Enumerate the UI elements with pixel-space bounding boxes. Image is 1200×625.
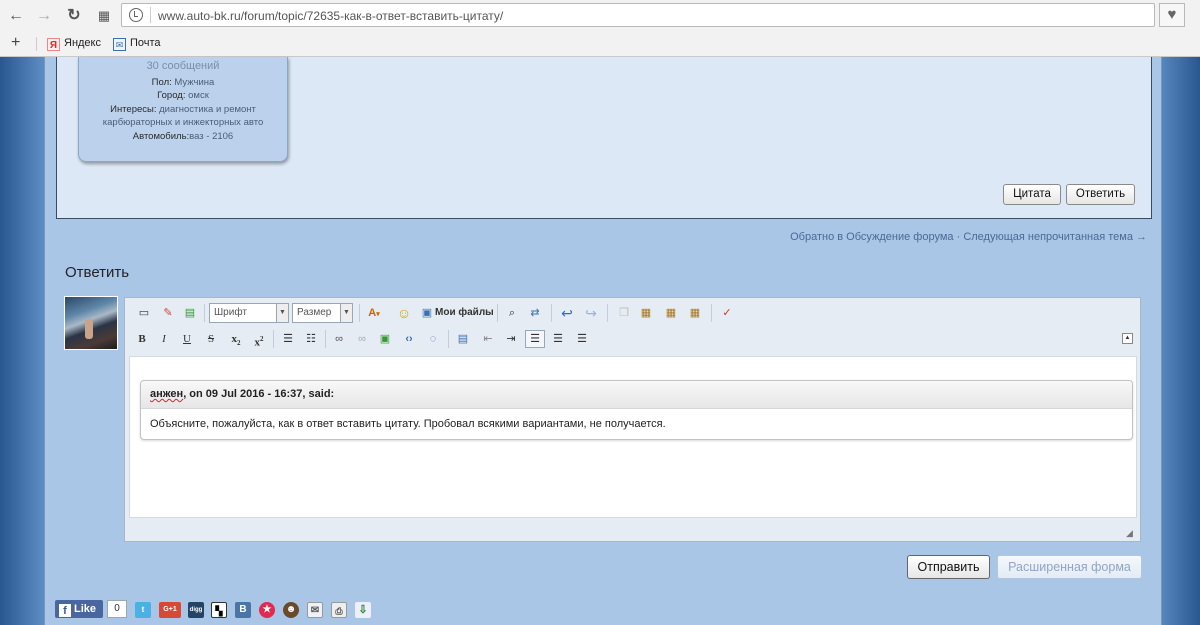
post-count[interactable]: 30 сообщений <box>79 60 287 74</box>
back-to-forum-link[interactable]: Обратно в Обсуждение форума <box>790 231 953 243</box>
yandex-icon: Я <box>47 38 60 51</box>
bookmark-mail[interactable]: ✉ Почта <box>113 37 161 51</box>
profile-city: Город: омск <box>157 90 209 101</box>
bold-icon[interactable]: B <box>134 331 150 347</box>
back-arrow-icon[interactable]: ← <box>6 6 26 26</box>
url-text: www.auto-bk.ru/forum/topic/72635-как-в-о… <box>158 9 504 23</box>
next-unread-topic-link[interactable]: Следующая непрочитанная тема → <box>963 231 1147 243</box>
print-icon[interactable]: ⎙ <box>331 602 347 618</box>
facebook-like-button[interactable]: f Like <box>55 600 103 618</box>
reply-heading: Ответить <box>65 264 130 281</box>
profile-car: Автомобиль:ваз - 2106 <box>132 130 234 142</box>
user-avatar <box>64 296 118 350</box>
spoiler-icon[interactable]: ▤ <box>455 331 471 347</box>
bullet-list-icon[interactable]: ☰ <box>280 331 296 347</box>
bookmarks-bar: + Я Яндекс ✉ Почта <box>0 33 1200 55</box>
submit-button[interactable]: Отправить <box>907 555 990 579</box>
forward-arrow-icon[interactable]: → <box>34 6 54 26</box>
twitter-icon[interactable]: t <box>135 602 151 618</box>
browser-chrome: ← → ↻ ▦ www.auto-bk.ru/forum/topic/72635… <box>0 0 1200 57</box>
topic-navigation: Обратно в Обсуждение форума · Следующая … <box>790 231 1147 243</box>
spellcheck-icon[interactable]: ✓ <box>719 305 735 321</box>
redo-icon[interactable]: ↪ <box>583 305 599 321</box>
paste-text-icon[interactable]: ▦ <box>663 305 679 321</box>
mail-icon: ✉ <box>113 38 126 51</box>
share-bar: f Like 0 t G+1 digg ▚ B ★ ☻ ✉ ⎙ ⇩ <box>55 598 415 620</box>
smiley-icon[interactable]: ☺ <box>396 305 412 321</box>
image-icon[interactable]: ▣ <box>377 331 393 347</box>
editor-toolbar-bottom: B I U S x2 x2 ☰ ☷ ∞ ∞ ▣ ‹› ◌ ▤ ⇤ ⇥ ☰ ☰ ☰… <box>131 328 1133 350</box>
download-icon[interactable]: ⇩ <box>355 602 371 618</box>
bookmark-yandex[interactable]: Я Яндекс <box>47 37 101 51</box>
undo-icon[interactable]: ↩ <box>559 305 575 321</box>
author-profile-card: 30 сообщений Пол: Мужчина Город: омск Ин… <box>78 57 288 162</box>
page-background: 30 сообщений Пол: Мужчина Город: омск Ин… <box>0 57 1200 625</box>
outdent-icon[interactable]: ⇤ <box>480 331 496 347</box>
resize-handle-icon[interactable]: ◢ <box>1126 528 1136 538</box>
underline-icon[interactable]: U <box>179 331 195 347</box>
code-icon[interactable]: ‹› <box>401 331 417 347</box>
indent-icon[interactable]: ⇥ <box>503 331 519 347</box>
my-files-button[interactable]: Мои файлы <box>435 307 494 318</box>
page-info-icon[interactable] <box>129 8 143 22</box>
email-share-icon[interactable]: ✉ <box>307 602 323 618</box>
subscript-icon[interactable]: x2 <box>228 331 244 347</box>
profile-gender: Пол: Мужчина <box>151 76 215 88</box>
source-icon[interactable]: ▭ <box>136 305 152 321</box>
copy-icon[interactable]: ❐ <box>616 305 632 321</box>
font-select[interactable]: Шрифт ▼ <box>209 303 289 323</box>
link-icon[interactable]: ∞ <box>331 331 347 347</box>
unlink-icon[interactable]: ∞ <box>354 331 370 347</box>
forum-content: 30 сообщений Пол: Мужчина Город: омск Ин… <box>44 57 1162 625</box>
quote-text: Объясните, пожалуйста, как в ответ встав… <box>150 418 666 430</box>
reload-icon[interactable]: ↻ <box>64 6 84 26</box>
digg-icon[interactable]: digg <box>188 602 204 618</box>
my-files-icon[interactable]: ▣ <box>419 305 435 321</box>
vkontakte-icon[interactable]: B <box>235 602 251 618</box>
italic-icon[interactable]: I <box>156 331 172 347</box>
size-select[interactable]: Размер ▼ <box>292 303 353 323</box>
eraser-icon[interactable]: ✎ <box>160 305 176 321</box>
numbered-list-icon[interactable]: ☷ <box>303 331 319 347</box>
advanced-form-button[interactable]: Расширенная форма <box>997 555 1142 579</box>
strikethrough-icon[interactable]: S <box>203 331 219 347</box>
profile-interests: Интересы: диагностика и ремонт карбюрато… <box>102 103 264 129</box>
google-plus-icon[interactable]: G+1 <box>159 602 181 618</box>
table-icon[interactable]: ▤ <box>182 305 198 321</box>
mail-ru-star-icon[interactable]: ★ <box>259 602 275 618</box>
superscript-icon[interactable]: x2 <box>251 331 267 349</box>
quote-header: анжен, on 09 Jul 2016 - 16:37, said: <box>141 381 1132 409</box>
align-left-icon[interactable]: ☰ <box>525 330 545 348</box>
quote-author: анжен <box>150 388 184 400</box>
address-bar[interactable]: www.auto-bk.ru/forum/topic/72635-как-в-о… <box>121 3 1155 27</box>
align-right-icon[interactable]: ☰ <box>574 331 590 347</box>
paste-icon[interactable]: ▦ <box>638 305 654 321</box>
quote-button[interactable]: Цитата <box>1003 184 1061 205</box>
friends-icon[interactable]: ☻ <box>283 602 299 618</box>
quote-icon[interactable]: ◌ <box>425 331 441 347</box>
text-color-icon[interactable]: A▾ <box>366 305 382 321</box>
editor-toolbar-top: ▭ ✎ ▤ Шрифт ▼ Размер ▼ A▾ ☺ ▣ Мои файлы ⌕ … <box>131 302 1131 324</box>
heart-bookmark-icon[interactable]: ♥ <box>1159 3 1185 27</box>
add-bookmark-icon[interactable]: + <box>11 34 20 52</box>
find-icon[interactable]: ⌕ <box>504 305 520 321</box>
delicious-icon[interactable]: ▚ <box>211 602 227 618</box>
facebook-icon: f <box>59 604 71 617</box>
speed-dial-icon[interactable]: ▦ <box>94 6 114 26</box>
collapse-toolbar-icon[interactable]: ▲ <box>1122 333 1133 344</box>
quote-block: анжен, on 09 Jul 2016 - 16:37, said: Объ… <box>140 380 1133 440</box>
reply-button[interactable]: Ответить <box>1066 184 1135 205</box>
like-count: 0 <box>107 600 127 618</box>
editor-content-area[interactable]: анжен, on 09 Jul 2016 - 16:37, said: Объ… <box>129 356 1137 518</box>
reply-editor: ▭ ✎ ▤ Шрифт ▼ Размер ▼ A▾ ☺ ▣ Мои файлы ⌕ … <box>124 297 1141 542</box>
paste-word-icon[interactable]: ▦ <box>687 305 703 321</box>
replace-icon[interactable]: ⇄ <box>527 305 543 321</box>
align-center-icon[interactable]: ☰ <box>550 331 566 347</box>
forum-post: 30 сообщений Пол: Мужчина Город: омск Ин… <box>56 57 1152 219</box>
